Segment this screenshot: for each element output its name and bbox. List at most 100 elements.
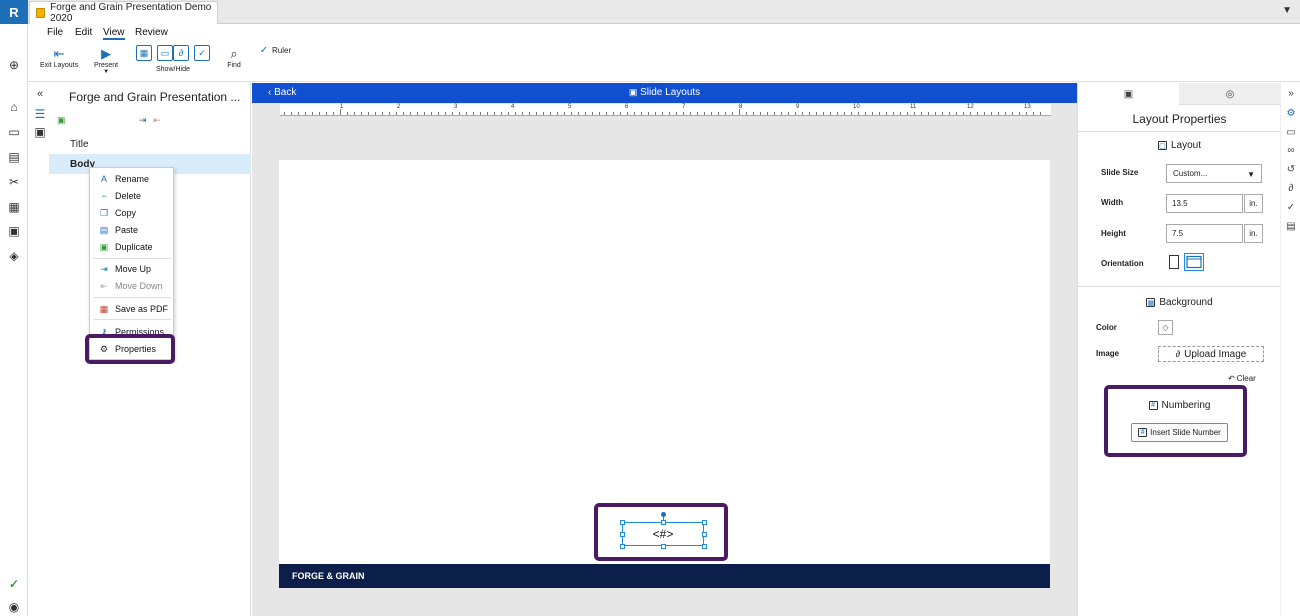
ruler-tick [312,112,313,115]
ruler-checkbox[interactable]: ✓ Ruler [259,45,291,56]
document-tab[interactable]: Forge and Grain Presentation Demo 2020 [29,1,218,24]
menu-item-paste[interactable]: ▤ Paste [90,222,175,238]
menu-item-move-up[interactable]: ⇥ Move Up [90,261,175,277]
tools-icon[interactable]: ✂ [7,175,21,189]
exit-icon: ⇤ [53,46,65,61]
menu-item-save-pdf[interactable]: ▦ Save as PDF [90,301,175,317]
highlight-numbering [1104,385,1247,457]
ruler-number: 13 [1024,104,1031,110]
ruler-tick [438,112,439,115]
layout-section-header: ▢ Layout [1078,140,1281,151]
ruler-tick [291,112,292,115]
indent-icon[interactable]: ⇥ [139,115,147,126]
slide-size-select[interactable]: Custom... ▼ [1166,164,1262,183]
add-icon[interactable]: ⊕ [7,58,21,72]
link-icon[interactable]: ∞ [1285,144,1297,156]
ruler-tick [333,112,334,115]
ruler-tick [998,112,999,115]
tab-shapes[interactable]: ◎ [1179,83,1281,105]
present-button[interactable]: ▶ Present ▼ [94,46,118,75]
collapse-left-icon[interactable]: « [33,87,47,101]
history-icon[interactable]: ↺ [1285,163,1297,175]
ruler-tick [655,112,656,115]
menu-item-delete[interactable]: − Delete [90,188,175,204]
ruler-number: 2 [397,104,401,110]
ruler-tick [1026,112,1027,115]
presentation-icon [36,8,46,18]
ruler-tick [284,112,285,115]
menu-view[interactable]: View [103,27,125,40]
color-label: Color [1096,323,1117,332]
upload-image-button[interactable]: ∂ Upload Image [1158,346,1264,362]
ruler: 1 2 3 4 5 6 7 8 9 10 11 12 13 [280,104,1051,116]
height-input[interactable]: 7.5 [1166,224,1243,243]
menu-separator [94,319,171,320]
portrait-orientation-button[interactable] [1168,254,1180,270]
outdent-icon[interactable]: ⇤ [153,115,161,126]
attachment-icon[interactable]: ∂ [173,45,189,61]
menu-item-label: Save as PDF [115,304,169,314]
task-icon[interactable]: ▣ [7,224,21,238]
add-layout-icon[interactable]: ▣ [57,115,66,126]
user-icon[interactable]: ◉ [7,600,21,614]
landscape-orientation-button[interactable] [1184,253,1204,271]
comment-icon[interactable]: ▭ [157,45,173,61]
inbox-icon[interactable]: ▤ [7,150,21,164]
pdf-icon: ▦ [99,303,109,314]
menu-edit[interactable]: Edit [75,27,92,38]
ruler-tick [872,112,873,115]
width-input[interactable]: 13.5 [1166,194,1243,213]
folder-icon[interactable]: ▭ [7,125,21,139]
ruler-tick [865,112,866,115]
menu-review[interactable]: Review [135,27,168,38]
ruler-tick [417,112,418,115]
package-icon[interactable]: ◈ [7,249,21,263]
ruler-tick [459,112,460,115]
notes-icon[interactable]: ▤ [1285,220,1297,232]
ruler-tick [991,112,992,115]
ruler-tick [347,112,348,115]
comment-icon[interactable]: ▭ [1285,126,1297,138]
grid-icon[interactable]: ▦ [136,45,152,61]
find-button[interactable]: ⌕ Find [226,46,242,69]
menu-item-duplicate[interactable]: ▣ Duplicate [90,239,175,255]
layout-section-label: Layout [1170,140,1202,151]
ruler-tick [368,112,369,115]
ruler-tick [767,112,768,115]
calendar-icon[interactable]: ▦ [7,200,21,214]
home-icon[interactable]: ⌂ [7,100,21,114]
title-bar: R Forge and Grain Presentation Demo 2020… [0,0,1300,24]
paint-bucket-icon: ◇ [1162,323,1169,332]
menu-item-label: Duplicate [115,242,153,252]
notes-icon[interactable]: ▣ [33,125,47,139]
height-unit[interactable]: in. [1244,224,1263,243]
ruler-tick [704,112,705,115]
document-tab-title: Forge and Grain Presentation Demo 2020 [50,2,212,24]
ruler-tick [487,112,488,115]
check-icon[interactable]: ✓ [194,45,210,61]
app-logo[interactable]: R [0,0,28,24]
move-down-icon: ⇤ [100,280,108,291]
check-circle-icon[interactable]: ✓ [1285,201,1297,213]
attachment-icon[interactable]: ∂ [1285,182,1297,194]
move-up-icon: ⇥ [100,263,108,274]
menu-item-copy[interactable]: ❐ Copy [90,205,175,221]
ruler-tick [592,112,593,115]
tab-layout-properties[interactable]: ▣ [1078,83,1179,105]
width-unit[interactable]: in. [1244,194,1263,213]
ruler-tick [536,112,537,115]
layout-row-title[interactable]: Title [49,134,251,154]
menu-item-label: Rename [115,174,150,184]
present-dropdown-icon[interactable]: ▼ [103,69,109,75]
gear-icon[interactable]: ⚙ [1285,107,1297,119]
ruler-tick [816,112,817,115]
clear-link[interactable]: ↶ Clear [1228,374,1256,383]
expand-right-icon[interactable]: » [1285,87,1297,99]
menu-item-rename[interactable]: A Rename [90,171,175,187]
exit-layouts-button[interactable]: ⇤ Exit Layouts [40,46,78,69]
ruler-tick [396,112,397,115]
color-picker[interactable]: ◇ [1158,320,1173,335]
chevron-down-icon[interactable]: ▼ [1282,5,1292,16]
outline-icon[interactable]: ☰ [33,107,47,121]
menu-file[interactable]: File [47,27,63,38]
